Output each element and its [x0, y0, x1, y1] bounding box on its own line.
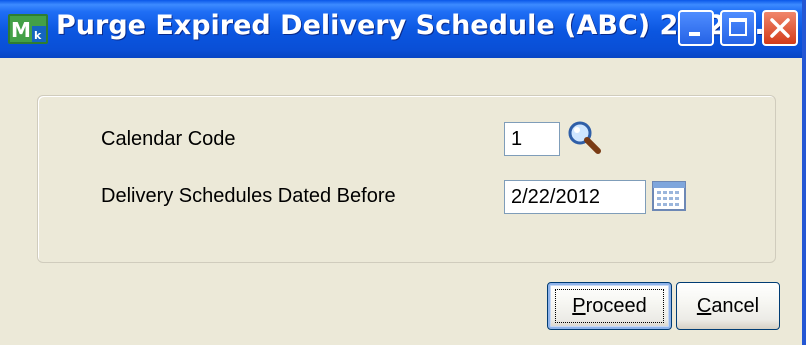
calendar-code-label: Calendar Code	[101, 128, 236, 150]
cancel-label: ancel	[711, 295, 760, 317]
maximize-icon	[729, 18, 747, 36]
dated-before-label: Delivery Schedules Dated Before	[101, 185, 396, 207]
calendar-code-input[interactable]	[504, 122, 560, 156]
magnifier-icon[interactable]	[566, 120, 602, 156]
close-icon	[770, 18, 790, 38]
maximize-button[interactable]	[720, 10, 756, 46]
svg-text:k: k	[34, 29, 42, 42]
cancel-button[interactable]: Cancel	[676, 282, 780, 330]
close-button[interactable]	[762, 10, 798, 46]
calendar-icon[interactable]	[652, 180, 686, 212]
mas-90-icon: M k	[8, 14, 48, 44]
window-title: Purge Expired Delivery Schedule (ABC) 2/…	[56, 10, 786, 41]
options-group	[37, 95, 776, 263]
minimize-button[interactable]	[678, 10, 714, 46]
proceed-button[interactable]: Proceed	[547, 282, 672, 330]
title-bar[interactable]: M k Purge Expired Delivery Schedule (ABC…	[0, 0, 802, 58]
svg-text:M: M	[11, 18, 31, 42]
minimize-icon	[689, 32, 700, 36]
cancel-mnemonic: C	[696, 295, 712, 317]
focus-rectangle	[555, 289, 664, 323]
dated-before-input[interactable]	[504, 180, 646, 214]
dialog-window: M k Purge Expired Delivery Schedule (ABC…	[0, 0, 806, 345]
